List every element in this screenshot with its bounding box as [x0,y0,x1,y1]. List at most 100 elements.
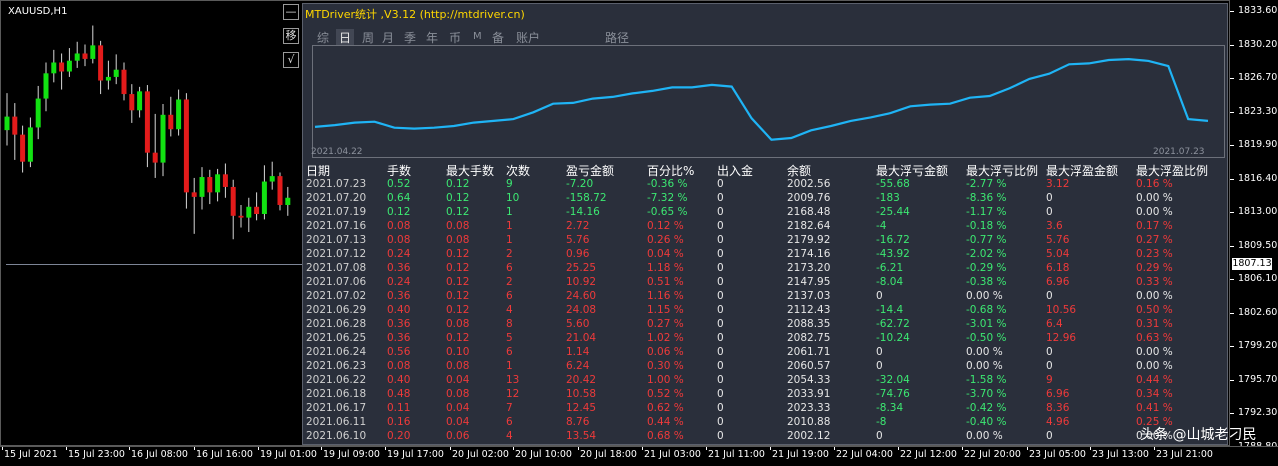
time-tick-mark [962,447,963,450]
table-cell: 0 [717,262,724,274]
tab-week[interactable]: 周 [362,29,374,46]
price-tick-label: 1819.90 [1229,139,1278,150]
table-cell: 0 [717,290,724,302]
table-cell: -0.18 % [966,220,1007,232]
move-button[interactable]: 移 [283,28,299,44]
table-cell: 2088.35 [787,318,831,330]
table-cell: -43.92 [876,248,910,260]
time-tick-mark [129,447,130,450]
table-cell: 0 [1046,360,1053,372]
table-cell: 0.48 [387,388,411,400]
table-cell: -6.21 [876,262,904,274]
table-cell: 0 [717,220,724,232]
table-cell: 0.33 % [1136,276,1173,288]
table-cell: 2021.06.18 [306,388,367,400]
time-tick-mark [1154,447,1155,450]
column-header-pnl-amount: 盈亏金额 [566,164,615,178]
candle-body [183,99,189,193]
table-cell: 0.62 % [647,402,684,414]
table-cell: 0 [717,318,724,330]
tab-summary[interactable]: 综 [317,29,329,46]
candle-body [285,197,291,205]
table-cell: 13 [506,374,520,386]
table-cell: 6.4 [1046,318,1063,330]
tab-quarter[interactable]: 季 [404,29,416,46]
table-cell: 1.16 % [647,290,684,302]
candlestick-series [4,25,291,240]
table-cell: 0.52 % [647,388,684,400]
table-cell: 0.00 % [966,360,1003,372]
table-cell: 1.18 % [647,262,684,274]
table-cell: 2021.06.11 [306,416,367,428]
table-cell: 0.00 % [966,346,1003,358]
table-cell: 0.44 % [647,416,684,428]
price-tick-label: 1816.40 [1229,172,1278,184]
price-tick-label: 1823.30 [1229,105,1278,117]
tab-month[interactable]: 月 [382,29,394,46]
candle-body [4,116,10,131]
table-cell: 6.96 [1046,276,1070,288]
candle-body [254,206,260,214]
table-cell: 2021.07.19 [306,206,367,218]
tab-year[interactable]: 年 [426,29,438,46]
table-cell: 0.12 [446,192,470,204]
time-tick-label: 21 Jul 03:00 [644,449,701,460]
table-cell: 2147.95 [787,276,831,288]
table-cell: 0 [717,360,724,372]
table-cell: 4.96 [1046,416,1070,428]
table-cell: 4 [506,430,513,442]
table-cell: 2021.06.23 [306,360,367,372]
confirm-button[interactable]: √ [283,52,299,68]
tab-note[interactable]: 备 [492,29,504,46]
table-cell: 0.20 [387,430,411,442]
table-cell: 0.08 [387,220,411,232]
column-header-count: 次数 [506,164,531,178]
table-cell: 0 [717,388,724,400]
table-cell: 12 [506,388,520,400]
tab-currency[interactable]: 币 [449,29,461,46]
table-cell: -55.68 [876,178,910,190]
column-header-max-lots: 最大手数 [446,164,495,178]
table-cell: 0.40 [387,374,411,386]
minimize-button[interactable]: — [283,4,299,20]
table-cell: -0.65 % [647,206,688,218]
time-tick-mark [513,447,514,450]
tab-m[interactable]: M [473,31,482,42]
candle-body [98,45,104,81]
table-cell: 0.00 % [1136,360,1173,372]
table-cell: 0.50 % [1136,304,1173,316]
table-cell: 2009.76 [787,192,831,204]
tab-account[interactable]: 账户 [516,29,540,46]
table-cell: 2054.33 [787,374,831,386]
table-cell: 2 [506,248,513,260]
table-cell: 0.36 [387,290,411,302]
table-cell: 3.12 [1046,178,1070,190]
table-cell: 0.00 % [1136,346,1173,358]
candle-body [230,186,236,216]
table-cell: 0.17 % [1136,220,1173,232]
time-tick-mark [385,447,386,450]
table-cell: 2021.06.10 [306,430,367,442]
table-cell: 0 [717,346,724,358]
time-axis: 15 Jul 2021 15 Jul 23:00 16 Jul 08:00 16 Ju… [0,446,1278,466]
table-cell: -7.32 % [647,192,688,204]
table-cell: 5.04 [1046,248,1070,260]
table-cell: 0.08 [446,360,470,372]
table-cell: 6 [506,416,513,428]
table-cell: 12.96 [1046,332,1077,344]
table-cell: 2021.07.20 [306,192,367,204]
candle-body [199,177,205,197]
table-cell: -183 [876,192,900,204]
table-cell: 0.10 [446,346,470,358]
time-tick-label: 23 Jul 13:00 [1092,449,1149,460]
table-cell: -0.38 % [966,276,1007,288]
table-cell: 2021.06.22 [306,374,367,386]
tab-path[interactable]: 路径 [605,29,629,46]
table-cell: 0.12 [446,276,470,288]
table-cell: -0.50 % [966,332,1007,344]
price-tick-label: 1813.00 [1229,206,1278,217]
table-cell: 0.68 % [647,430,684,442]
candle-body [113,69,119,77]
table-cell: 0.41 % [1136,402,1173,414]
tab-day[interactable]: 日 [336,29,355,46]
